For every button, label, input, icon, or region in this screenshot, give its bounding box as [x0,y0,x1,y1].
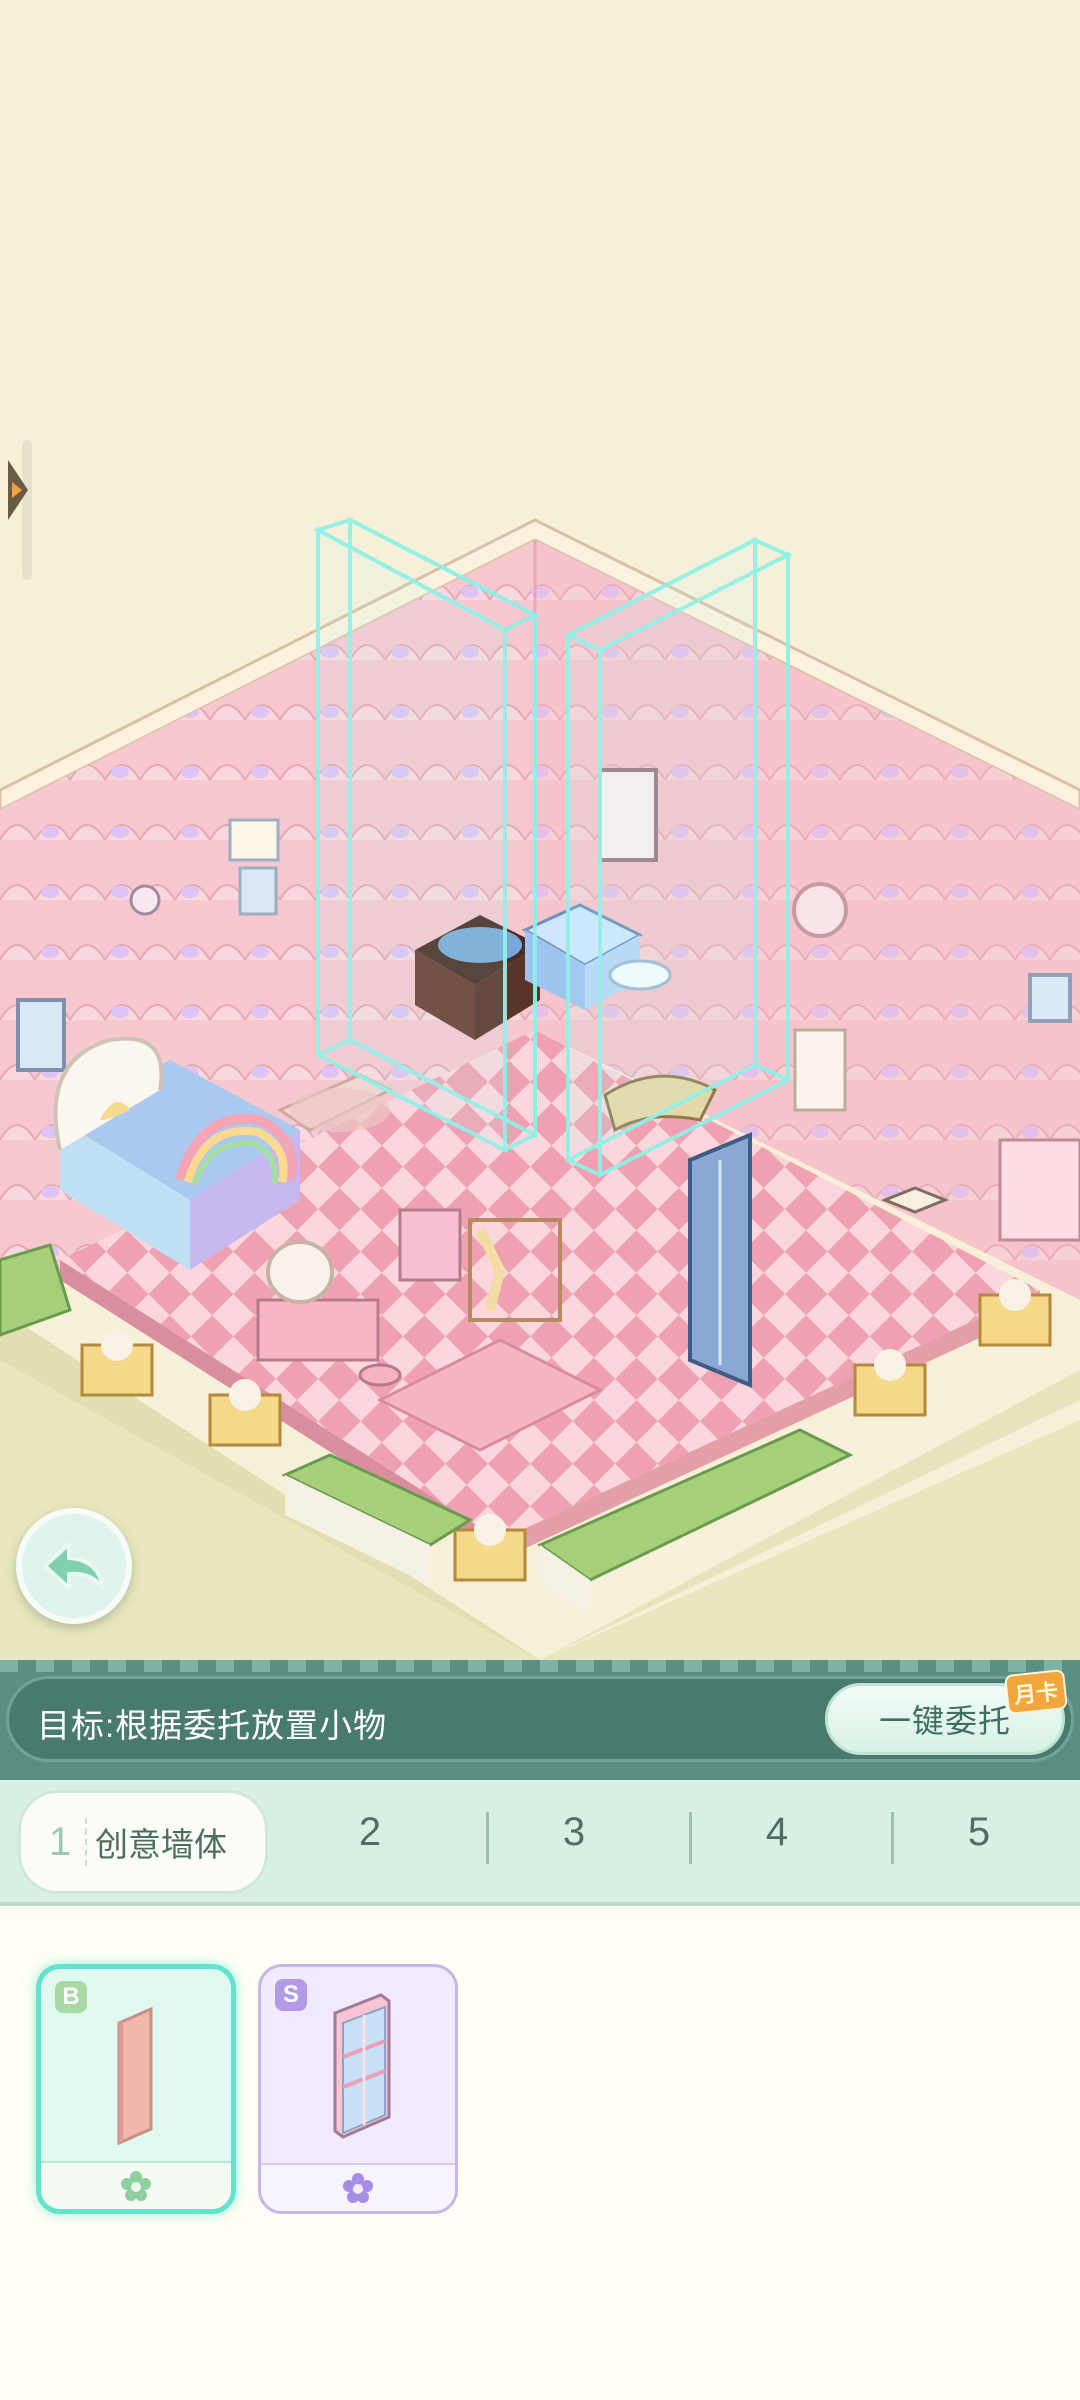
one-click-delegate-button[interactable]: 一键委托 月卡 [825,1668,1068,1755]
tab-separator [891,1812,894,1864]
side-expand-tab[interactable] [6,440,34,580]
flower-icon [121,2171,151,2201]
tab-1-label: 创意墙体 [95,1826,227,1863]
tab-divider [85,1818,87,1866]
undo-arrow-icon [43,1542,105,1590]
tab-separator [486,1812,489,1864]
flower-icon [343,2173,373,2203]
room-scene[interactable] [0,0,1080,1660]
item-card-s-wall-shelf[interactable]: S [258,1964,458,2214]
undo-button[interactable] [16,1508,132,1624]
goal-text: 目标:根据委托放置小物 [37,1707,388,1744]
delegate-button-label: 一键委托 [878,1703,1011,1739]
goal-bar: 目标:根据委托放置小物 一键委托 月卡 [6,1668,1074,1762]
card-footer [261,2163,455,2211]
tab-separator [689,1812,692,1864]
wall-shelf-icon [333,1993,391,2139]
wall-panel-icon [117,2006,153,2146]
month-card-badge: 月卡 [1004,1668,1068,1716]
tab-3[interactable]: 3 [544,1810,604,1855]
item-card-b-wall-panel[interactable]: B [36,1964,236,2214]
category-tabs: 1 创意墙体 2 3 4 5 [0,1780,1080,1906]
card-footer [41,2161,231,2209]
tab-creative-wall[interactable]: 1 创意墙体 [18,1790,268,1894]
room-illustration [0,516,1080,1660]
tab-2[interactable]: 2 [340,1810,400,1855]
tab-4[interactable]: 4 [747,1810,807,1855]
item-list: B S [0,1910,1080,2400]
tab-5[interactable]: 5 [949,1810,1009,1855]
tab-1-number: 1 [48,1819,72,1864]
